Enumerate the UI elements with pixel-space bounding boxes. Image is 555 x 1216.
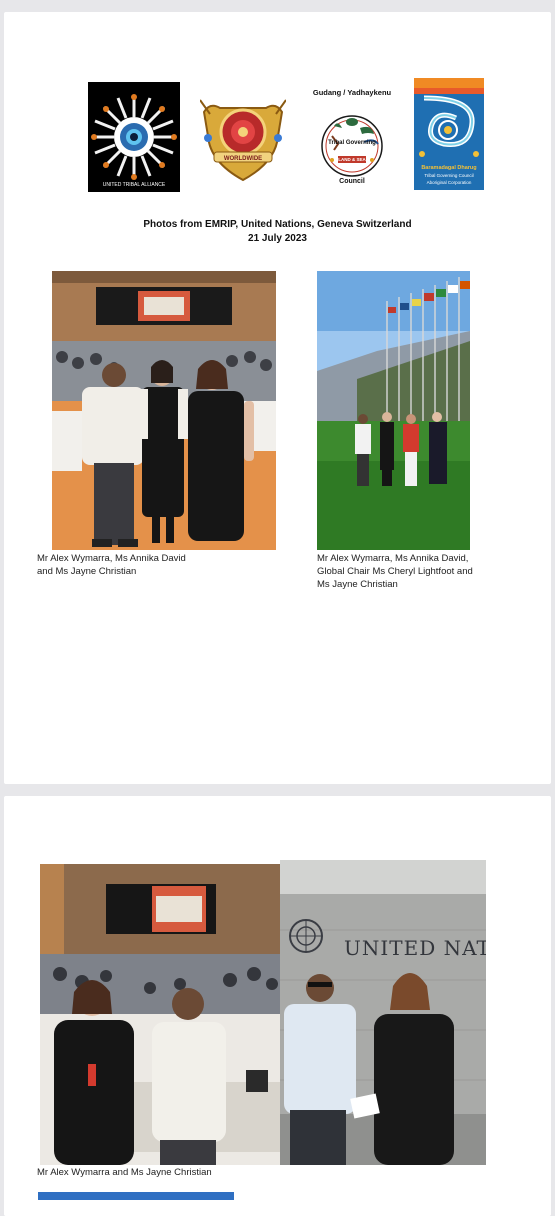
baramadagal-dharug-logo: Baramadagal Dharug Tribal Governing Coun… [414,78,484,190]
logo-1-text: UNITED TRIBAL ALLIANCE [103,182,166,188]
caption-left-line-1: Mr Alex Wymarra, Ms Annika David [37,553,186,564]
photo-conference-room-pair [40,864,280,1165]
caption-right-line-1: Mr Alex Wymarra, Ms Annika David, [317,553,469,564]
document-page-1: UNITED TRIBAL ALLIANCE WORLDWIDE Gudang … [4,12,551,784]
photo-flag-alley-group [317,271,470,550]
photo-un-building-pair: UNITED NATIO [280,860,486,1165]
logo-3-top-text: Gudang / Yadhaykenu [312,88,392,97]
document-page-2: UNITED NATIO Mr Alex Wymarra and Ms Jayn… [4,796,551,1216]
un-building-sign-text: UNITED NATIO [344,936,486,960]
united-tribal-alliance-logo: UNITED TRIBAL ALLIANCE [88,82,180,192]
document-date: 21 July 2023 [248,233,307,244]
caption-right-line-2: Global Chair Ms Cheryl Lightfoot and [317,566,473,577]
document-heading: Photos from EMRIP, United Nations, Genev… [143,219,412,230]
photo-conference-room-group [52,271,276,550]
logo-4-line3: Aboriginal Corporation [426,180,472,185]
caption-right-line-3: Ms Jayne Christian [317,579,398,590]
treaty-council-worldwide-logo: WORLDWIDE [199,92,287,184]
logo-3-middle-text: Tribal Governing [328,140,376,146]
next-page-image-edge [38,1192,234,1200]
logo-4-line1: Baramadagal Dharug [421,165,477,171]
logo-3-band-text: LAND & SEA [338,157,366,162]
caption-right-block: Mr Alex Wymarra, Ms Annika David, Global… [317,552,527,591]
gudang-yadhaykenu-logo: Gudang / Yadhaykenu Tribal Governing LAN… [304,86,400,192]
logo-3-bottom-text: Council [339,178,365,185]
caption-left-line-2: and Ms Jayne Christian [37,566,137,577]
svg-text:WORLDWIDE: WORLDWIDE [224,156,262,162]
caption-page2: Mr Alex Wymarra and Ms Jayne Christian [37,1167,212,1178]
logo-4-line2: Tribal Governing Council [424,173,474,178]
caption-left-block: Mr Alex Wymarra, Ms Annika David and Ms … [37,552,267,578]
